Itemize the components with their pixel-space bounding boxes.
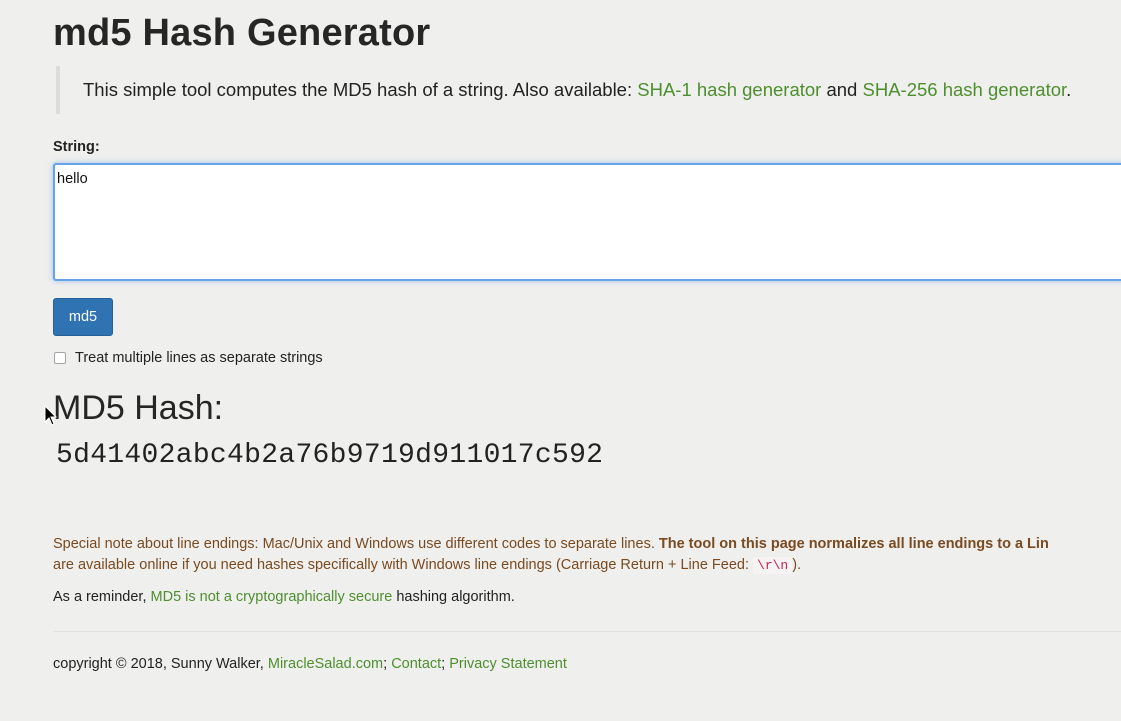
intro-and: and <box>821 79 863 100</box>
copyright-text: copyright © 2018, Sunny Walker, <box>53 656 268 672</box>
note-line2-end: ). <box>792 557 802 573</box>
reminder-suffix: hashing algorithm. <box>392 589 515 605</box>
sha256-link[interactable]: SHA-256 hash generator <box>863 79 1067 100</box>
intro-end: . <box>1066 79 1072 100</box>
sha1-link[interactable]: SHA-1 hash generator <box>637 79 821 100</box>
md5-hash-output: 5d41402abc4b2a76b9719d911017c592 <box>56 440 604 471</box>
note-bold: The tool on this page normalizes all lin… <box>658 536 1049 552</box>
string-input[interactable]: hello <box>53 163 1121 281</box>
result-heading: MD5 Hash: <box>53 389 224 427</box>
md5-button[interactable]: md5 <box>53 298 113 336</box>
line-endings-note: Special note about line endings: Mac/Uni… <box>53 534 1121 576</box>
note-plain: Special note about line endings: Mac/Uni… <box>53 536 659 552</box>
security-reminder: As a reminder, MD5 is not a cryptographi… <box>53 589 515 605</box>
miraclesalad-link[interactable]: MiracleSalad.com <box>268 656 383 672</box>
footer-sep-1: ; <box>383 656 392 672</box>
string-label: String: <box>53 139 100 155</box>
crlf-code: \r\n <box>753 557 793 574</box>
footer-divider <box>53 631 1121 632</box>
page-title: md5 Hash Generator <box>53 12 431 54</box>
separate-lines-label[interactable]: Treat multiple lines as separate strings <box>75 350 323 366</box>
mouse-pointer-icon <box>44 405 58 426</box>
note-line2: are available online if you need hashes … <box>53 557 754 573</box>
separate-lines-option: Treat multiple lines as separate strings <box>53 348 323 368</box>
separate-lines-checkbox[interactable] <box>54 352 66 364</box>
footer: copyright © 2018, Sunny Walker, MiracleS… <box>53 656 567 672</box>
md5-insecure-link[interactable]: MD5 is not a cryptographically secure <box>151 589 393 605</box>
reminder-prefix: As a reminder, <box>53 589 151 605</box>
privacy-link[interactable]: Privacy Statement <box>449 656 567 672</box>
intro-text: This simple tool computes the MD5 hash o… <box>83 79 638 100</box>
contact-link[interactable]: Contact <box>391 656 441 672</box>
intro-blockquote: This simple tool computes the MD5 hash o… <box>56 66 1121 114</box>
